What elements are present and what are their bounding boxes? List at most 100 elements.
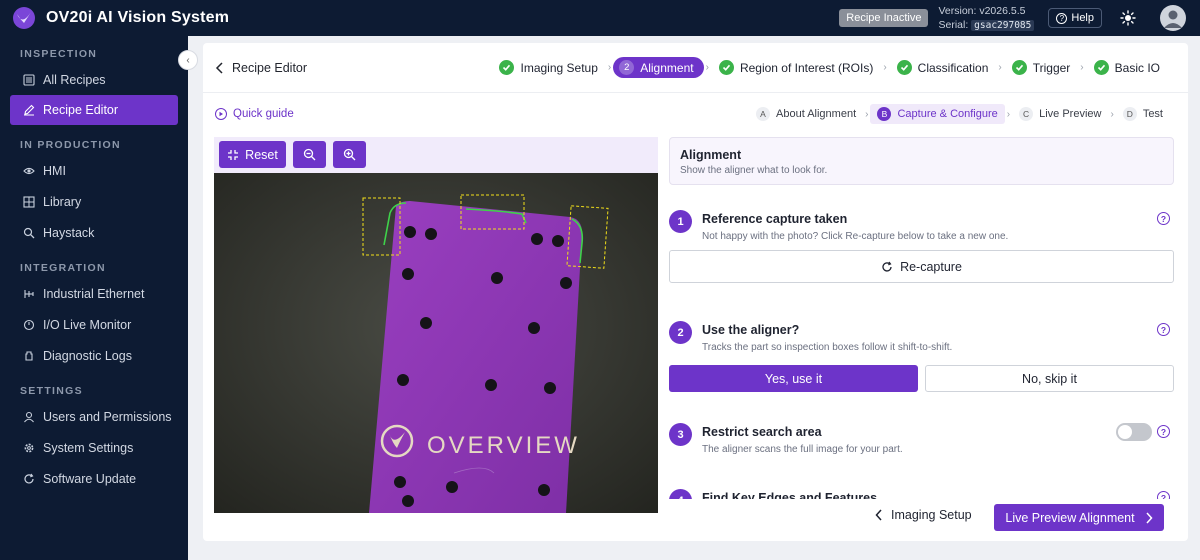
sidebar-item-software-update[interactable]: Software Update (0, 463, 188, 494)
user-avatar[interactable] (1160, 5, 1186, 31)
config-step-restrict-search: 3 Restrict search area The aligner scans… (669, 423, 1174, 463)
chevron-right-icon: › (607, 62, 612, 73)
list-icon (23, 73, 35, 86)
sidebar-item-label: I/O Live Monitor (43, 317, 132, 332)
step-number-badge: 1 (669, 210, 692, 233)
chevron-right-icon: › (1006, 108, 1011, 120)
sidebar-item-users-and-permissions[interactable]: Users and Permissions (0, 401, 188, 432)
step-region-of-interest[interactable]: Region of Interest (ROIs) (711, 57, 881, 78)
back-to-recipe-editor[interactable]: Recipe Editor (203, 61, 307, 75)
serial-label: Serial: (938, 18, 969, 31)
step-alignment[interactable]: 2 Alignment (613, 57, 704, 78)
step-trigger[interactable]: Trigger (1004, 57, 1079, 78)
restrict-search-toggle[interactable] (1116, 423, 1152, 441)
chevron-right-icon: › (1110, 108, 1114, 120)
network-icon (23, 288, 35, 300)
step-number-badge: 3 (669, 423, 692, 446)
sidebar-item-haystack[interactable]: Haystack (0, 217, 188, 248)
footer-next-label: Live Preview Alignment (1005, 510, 1135, 525)
image-panel: Reset OVERVIEW (214, 137, 658, 513)
io-icon (23, 319, 35, 331)
help-label: Help (1071, 12, 1094, 24)
overview-logo-text: OVERVIEW (427, 432, 580, 459)
camera-capture-image[interactable]: OVERVIEW (214, 173, 658, 513)
step-number: 2 (619, 60, 635, 75)
zoom-in-button[interactable] (333, 141, 366, 168)
sidebar-item-io-live-monitor[interactable]: I/O Live Monitor (0, 309, 188, 340)
sidebar-item-label: Users and Permissions (43, 409, 172, 424)
sidebar-item-diagnostic-logs[interactable]: Diagnostic Logs (0, 340, 188, 371)
sidebar-item-all-recipes[interactable]: All Recipes (0, 64, 188, 95)
footer-back-label: Imaging Setup (891, 508, 972, 522)
config-step-reference-capture: 1 Reference capture taken Not happy with… (669, 210, 1174, 290)
use-aligner-no-button[interactable]: No, skip it (925, 365, 1174, 392)
recipe-status-badge: Recipe Inactive (839, 9, 929, 27)
grid-icon (23, 195, 35, 208)
recipe-editor-panel: Recipe Editor Imaging Setup › 2 Alignmen… (203, 43, 1188, 541)
help-question-icon[interactable]: ? (1157, 212, 1170, 225)
step-basic-io[interactable]: Basic IO (1086, 57, 1168, 78)
sidebar-item-label: Diagnostic Logs (43, 348, 132, 363)
help-question-icon[interactable]: ? (1157, 323, 1170, 336)
step-title: Restrict search area (702, 425, 822, 439)
logs-icon (23, 350, 35, 362)
quick-guide-link[interactable]: Quick guide (203, 108, 294, 120)
sidebar-item-recipe-editor[interactable]: Recipe Editor (10, 95, 178, 125)
help-question-icon[interactable]: ? (1157, 425, 1170, 438)
sidebar-item-hmi[interactable]: HMI (0, 155, 188, 186)
search-icon (23, 227, 35, 239)
sidebar-collapse-button[interactable]: ‹ (178, 50, 198, 70)
step-classification[interactable]: Classification (889, 57, 997, 78)
sidebar-item-label: System Settings (43, 440, 134, 455)
image-toolbar: Reset (219, 141, 366, 168)
recipe-steps: Imaging Setup › 2 Alignment › Region of … (491, 57, 1188, 78)
sidebar-item-label: Library (43, 194, 82, 209)
top-bar: OV20i AI Vision System Recipe Inactive V… (0, 0, 1200, 36)
camera-capture-svg: OVERVIEW (214, 173, 658, 513)
substep-test[interactable]: D Test (1116, 104, 1170, 124)
use-aligner-yes-button[interactable]: Yes, use it (669, 365, 918, 392)
serial-number: gsac297085 (971, 19, 1035, 31)
app-logo-icon (13, 7, 35, 29)
sidebar-item-industrial-ethernet[interactable]: Industrial Ethernet (0, 278, 188, 309)
chevron-right-icon: › (883, 62, 887, 73)
step-title: Find Key Edges and Features (702, 491, 878, 499)
sidebar-item-label: All Recipes (43, 72, 106, 87)
chevron-right-icon (1146, 511, 1153, 524)
config-step-use-aligner: 2 Use the aligner? Tracks the part so in… (669, 321, 1174, 401)
step-imaging-setup[interactable]: Imaging Setup (491, 57, 605, 78)
substep-about-alignment[interactable]: A About Alignment (749, 104, 863, 124)
substep-letter: B (877, 107, 892, 121)
help-question-icon[interactable]: ? (1157, 491, 1170, 499)
gear-icon (23, 442, 35, 454)
sidebar-item-system-settings[interactable]: System Settings (0, 432, 188, 463)
sidebar-section-inspection: INSPECTION (20, 48, 98, 60)
check-circle-icon (499, 60, 515, 75)
refresh-icon (882, 261, 892, 272)
substep-label: Live Preview (1039, 108, 1102, 120)
chevron-right-icon: › (1080, 62, 1084, 73)
back-to-imaging-setup-button[interactable]: Imaging Setup (875, 508, 972, 522)
help-button[interactable]: ? Help (1048, 8, 1102, 28)
sidebar-item-library[interactable]: Library (0, 186, 188, 217)
substep-letter: D (1122, 107, 1137, 121)
step-title: Use the aligner? (702, 323, 800, 337)
chevron-left-icon: ‹ (186, 54, 190, 66)
version-text: Version: v2026.5.5 (938, 4, 1026, 17)
chevron-right-icon: › (998, 62, 1002, 73)
zoom-out-button[interactable] (293, 141, 326, 168)
chevron-left-icon (215, 61, 223, 74)
config-step-find-key-edges: 4 Find Key Edges and Features ? (669, 489, 1174, 499)
live-preview-alignment-button[interactable]: Live Preview Alignment (994, 504, 1164, 531)
part-plate (369, 201, 582, 513)
check-circle-icon (896, 60, 912, 75)
reset-view-button[interactable]: Reset (219, 141, 286, 168)
user-avatar-icon (1164, 10, 1182, 28)
substep-capture-configure[interactable]: B Capture & Configure (870, 104, 1005, 124)
theme-toggle-button[interactable] (1118, 8, 1138, 28)
check-circle-icon (718, 60, 734, 75)
substep-live-preview[interactable]: C Live Preview (1012, 104, 1108, 124)
alignment-title: Alignment (680, 148, 742, 162)
no-label: No, skip it (1022, 371, 1077, 386)
re-capture-button[interactable]: Re-capture (669, 250, 1174, 283)
